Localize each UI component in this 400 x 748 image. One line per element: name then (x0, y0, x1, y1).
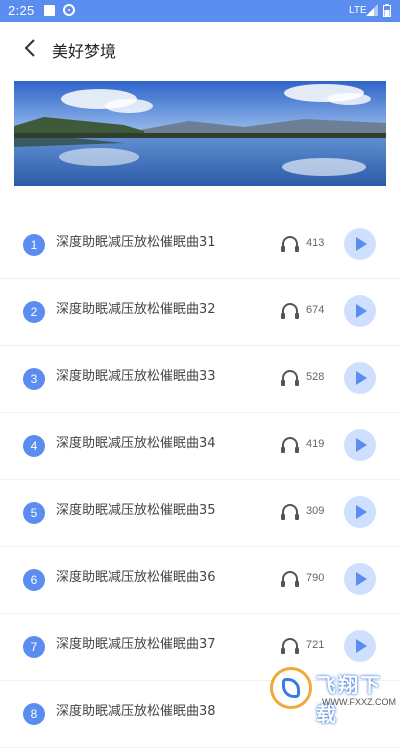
play-button[interactable] (344, 295, 376, 327)
track-index: 7 (23, 636, 45, 658)
headphones-icon (281, 571, 299, 587)
track-title: 深度助眠减压放松催眠曲35 (56, 503, 216, 518)
page-title: 美好梦境 (52, 42, 117, 61)
sync-icon (63, 4, 75, 16)
track-index: 4 (23, 435, 45, 457)
play-count: 528 (306, 371, 325, 383)
play-button[interactable] (344, 429, 376, 461)
headphones-icon (281, 303, 299, 319)
list-item[interactable]: 1 深度助眠减压放松催眠曲31 413 (0, 212, 400, 279)
status-bar: 2:25 LTE (0, 0, 400, 22)
track-title: 深度助眠减压放松催眠曲33 (56, 369, 216, 384)
watermark-logo-icon (270, 667, 312, 709)
track-index: 3 (23, 368, 45, 390)
list-item[interactable]: 4 深度助眠减压放松催眠曲34 419 (0, 413, 400, 480)
track-index: 2 (23, 301, 45, 323)
track-index: 5 (23, 502, 45, 524)
list-item[interactable]: 5 深度助眠减压放松催眠曲35 309 (0, 480, 400, 547)
watermark-url: WWW.FXXZ.COM (322, 697, 396, 707)
signal-icon (366, 4, 378, 16)
network-type: LTE (349, 5, 367, 16)
play-count: 721 (306, 639, 325, 651)
play-button[interactable] (344, 362, 376, 394)
headphones-icon (281, 236, 299, 252)
notification-icon (44, 5, 55, 16)
track-title: 深度助眠减压放松催眠曲38 (56, 704, 216, 719)
track-index: 6 (23, 569, 45, 591)
play-count: 309 (306, 505, 325, 517)
track-title: 深度助眠减压放松催眠曲36 (56, 570, 216, 585)
play-count: 790 (306, 572, 325, 584)
play-button[interactable] (344, 228, 376, 260)
play-button[interactable] (344, 630, 376, 662)
list-item[interactable]: 2 深度助眠减压放松催眠曲32 674 (0, 279, 400, 346)
list-item[interactable]: 3 深度助眠减压放松催眠曲33 528 (0, 346, 400, 413)
play-count: 674 (306, 304, 325, 316)
play-count: 419 (306, 438, 325, 450)
track-title: 深度助眠减压放松催眠曲31 (56, 235, 216, 250)
headphones-icon (281, 504, 299, 520)
watermark: 飞翔下载 WWW.FXXZ.COM (270, 665, 400, 726)
chevron-left-icon[interactable] (20, 37, 42, 59)
play-button[interactable] (344, 496, 376, 528)
headphones-icon (281, 437, 299, 453)
top-bar: 美好梦境 (0, 22, 400, 74)
list-item[interactable]: 6 深度助眠减压放松催眠曲36 790 (0, 547, 400, 614)
track-title: 深度助眠减压放松催眠曲34 (56, 436, 216, 451)
track-title: 深度助眠减压放松催眠曲32 (56, 302, 216, 317)
banner-image (14, 81, 386, 186)
play-button[interactable] (344, 563, 376, 595)
play-count: 413 (306, 237, 325, 249)
status-time: 2:25 (8, 3, 35, 18)
track-index: 8 (23, 703, 45, 725)
track-index: 1 (23, 234, 45, 256)
track-title: 深度助眠减压放松催眠曲37 (56, 637, 216, 652)
headphones-icon (281, 370, 299, 386)
battery-icon (383, 4, 391, 17)
headphones-icon (281, 638, 299, 654)
